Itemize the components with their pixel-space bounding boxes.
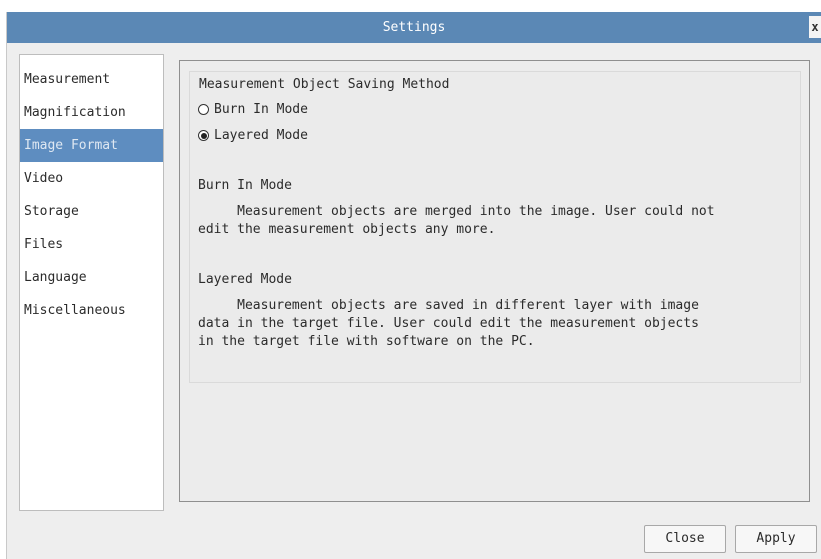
burn-in-mode-radio[interactable]: Burn In Mode xyxy=(198,102,308,117)
burn-in-description: Measurement objects are merged into the … xyxy=(198,204,715,237)
close-icon[interactable]: x xyxy=(809,16,821,38)
sidebar-item-files[interactable]: Files xyxy=(20,228,163,261)
layered-mode-label: Layered Mode xyxy=(214,128,308,143)
sidebar-item-video[interactable]: Video xyxy=(20,162,163,195)
radio-checked-icon[interactable] xyxy=(198,130,209,141)
saving-method-group: Measurement Object Saving Method Burn In… xyxy=(189,71,801,383)
title-bar: Settings x xyxy=(7,12,821,43)
settings-panel: Measurement Object Saving Method Burn In… xyxy=(179,60,810,502)
sidebar-item-measurement[interactable]: Measurement xyxy=(20,63,163,96)
layered-mode-radio[interactable]: Layered Mode xyxy=(198,128,308,143)
sidebar-item-image-format[interactable]: Image Format xyxy=(20,129,163,162)
apply-button[interactable]: Apply xyxy=(735,525,817,553)
layered-heading: Layered Mode xyxy=(198,272,292,287)
sidebar-item-miscellaneous[interactable]: Miscellaneous xyxy=(20,294,163,327)
burn-in-heading: Burn In Mode xyxy=(198,178,292,193)
settings-sidebar: Measurement Magnification Image Format V… xyxy=(19,54,164,511)
burn-in-mode-label: Burn In Mode xyxy=(214,102,308,117)
sidebar-item-magnification[interactable]: Magnification xyxy=(20,96,163,129)
window-title: Settings xyxy=(382,20,446,35)
sidebar-item-language[interactable]: Language xyxy=(20,261,163,294)
radio-unchecked-icon[interactable] xyxy=(198,104,209,115)
group-title: Measurement Object Saving Method xyxy=(197,77,452,92)
close-button[interactable]: Close xyxy=(644,525,726,553)
layered-description: Measurement objects are saved in differe… xyxy=(198,298,699,349)
sidebar-item-storage[interactable]: Storage xyxy=(20,195,163,228)
settings-window: Settings x Measurement Magnification Ima… xyxy=(6,12,821,559)
